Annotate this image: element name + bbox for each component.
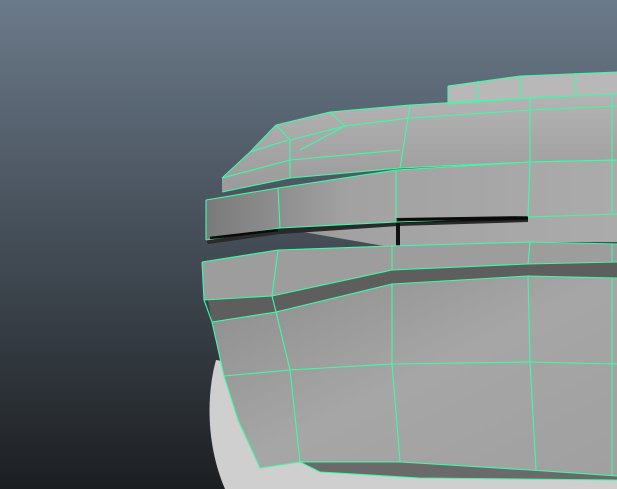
polygon-mesh[interactable] — [202, 94, 617, 480]
3d-viewport[interactable] — [0, 0, 617, 489]
viewport-canvas[interactable] — [0, 0, 617, 489]
